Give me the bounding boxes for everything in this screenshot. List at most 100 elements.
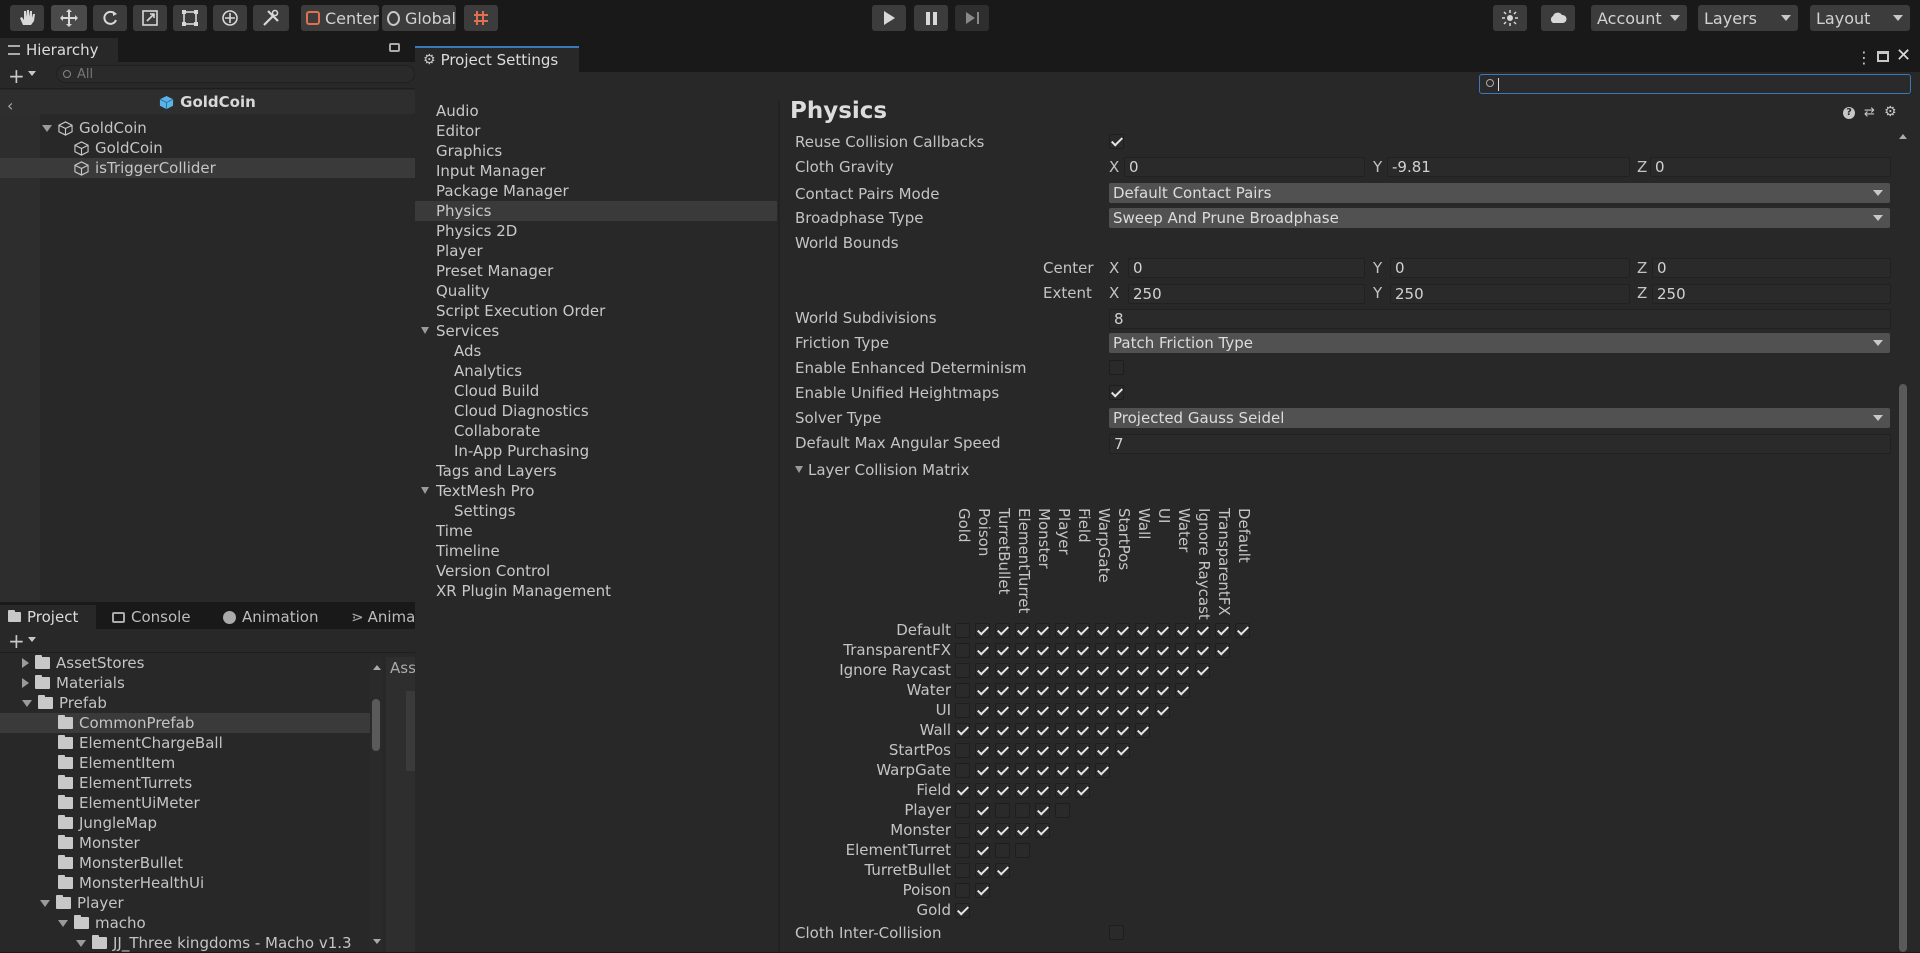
matrix-checkbox[interactable] — [1115, 743, 1130, 758]
nav-input-manager[interactable]: Input Manager — [436, 161, 545, 181]
matrix-checkbox[interactable] — [1155, 683, 1170, 698]
nav-physics[interactable]: Physics — [436, 201, 491, 221]
matrix-checkbox[interactable] — [955, 863, 970, 878]
matrix-checkbox[interactable] — [1015, 823, 1030, 838]
matrix-checkbox[interactable] — [1035, 663, 1050, 678]
chevron-down-icon[interactable] — [28, 637, 36, 642]
matrix-checkbox[interactable] — [1095, 743, 1110, 758]
rotate-tool-icon[interactable] — [93, 5, 127, 31]
matrix-checkbox[interactable] — [1135, 683, 1150, 698]
matrix-checkbox[interactable] — [955, 623, 970, 638]
fold-icon[interactable] — [40, 899, 50, 907]
matrix-checkbox[interactable] — [995, 803, 1010, 818]
nav-version-control[interactable]: Version Control — [436, 561, 550, 581]
matrix-checkbox[interactable] — [1095, 703, 1110, 718]
matrix-checkbox[interactable] — [1055, 743, 1070, 758]
matrix-checkbox[interactable] — [995, 783, 1010, 798]
project-folder[interactable]: Player — [40, 893, 124, 913]
settings-search-input[interactable] — [1479, 74, 1911, 94]
add-icon[interactable]: + — [8, 64, 25, 88]
matrix-checkbox[interactable] — [1055, 663, 1070, 678]
broadphase-dropdown[interactable]: Sweep And Prune Broadphase — [1109, 208, 1890, 228]
matrix-checkbox[interactable] — [1135, 703, 1150, 718]
world-subdivisions-field[interactable]: 8 — [1109, 309, 1891, 329]
matrix-checkbox[interactable] — [955, 703, 970, 718]
cloth-gravity-y-field[interactable]: -9.81 — [1387, 157, 1630, 177]
matrix-checkbox[interactable] — [1015, 623, 1030, 638]
matrix-checkbox[interactable] — [1035, 783, 1050, 798]
matrix-checkbox[interactable] — [1175, 643, 1190, 658]
scrollbar-thumb[interactable] — [372, 699, 380, 751]
fold-icon[interactable] — [22, 658, 29, 668]
matrix-checkbox[interactable] — [1115, 703, 1130, 718]
matrix-checkbox[interactable] — [995, 643, 1010, 658]
matrix-checkbox[interactable] — [1035, 823, 1050, 838]
fold-icon[interactable] — [421, 327, 429, 334]
project-folder[interactable]: JJ_Three kingdoms - Macho v1.3 — [76, 933, 352, 953]
matrix-checkbox[interactable] — [1055, 723, 1070, 738]
matrix-checkbox[interactable] — [975, 703, 990, 718]
nav-graphics[interactable]: Graphics — [436, 141, 502, 161]
extent-z-field[interactable]: 250 — [1652, 284, 1891, 304]
matrix-checkbox[interactable] — [975, 663, 990, 678]
cloth-gravity-z-field[interactable]: 0 — [1650, 157, 1891, 177]
matrix-checkbox[interactable] — [1095, 663, 1110, 678]
matrix-checkbox[interactable] — [1055, 683, 1070, 698]
nav-physics-2d[interactable]: Physics 2D — [436, 221, 517, 241]
matrix-checkbox[interactable] — [1215, 623, 1230, 638]
matrix-checkbox[interactable] — [1135, 663, 1150, 678]
matrix-checkbox[interactable] — [1075, 723, 1090, 738]
nav-services[interactable]: Services — [436, 321, 499, 341]
matrix-checkbox[interactable] — [1215, 643, 1230, 658]
nav-audio[interactable]: Audio — [436, 101, 479, 121]
matrix-checkbox[interactable] — [955, 883, 970, 898]
project-folder[interactable]: MonsterHealthUi — [58, 873, 204, 893]
matrix-checkbox[interactable] — [1015, 763, 1030, 778]
matrix-checkbox[interactable] — [1015, 683, 1030, 698]
matrix-checkbox[interactable] — [1035, 683, 1050, 698]
tab-animation[interactable]: Animation — [215, 605, 339, 629]
project-folder[interactable]: ElementUiMeter — [58, 793, 200, 813]
chevron-up-icon[interactable] — [1899, 134, 1907, 139]
matrix-checkbox[interactable] — [1015, 843, 1030, 858]
cloud-icon[interactable] — [1541, 5, 1575, 31]
matrix-checkbox[interactable] — [975, 803, 990, 818]
matrix-checkbox[interactable] — [955, 803, 970, 818]
nav-cloud-diagnostics[interactable]: Cloud Diagnostics — [454, 401, 589, 421]
matrix-checkbox[interactable] — [975, 643, 990, 658]
nav-time[interactable]: Time — [436, 521, 473, 541]
pause-button[interactable] — [914, 5, 948, 31]
enhanced-determinism-checkbox[interactable] — [1109, 360, 1124, 375]
matrix-checkbox[interactable] — [1195, 623, 1210, 638]
tab-hierarchy[interactable]: Hierarchy — [0, 38, 118, 62]
matrix-checkbox[interactable] — [955, 843, 970, 858]
matrix-checkbox[interactable] — [975, 843, 990, 858]
hierarchy-item[interactable]: GoldCoin — [74, 138, 163, 158]
matrix-checkbox[interactable] — [1035, 763, 1050, 778]
matrix-checkbox[interactable] — [1095, 623, 1110, 638]
add-icon[interactable]: + — [8, 629, 25, 653]
center-z-field[interactable]: 0 — [1652, 258, 1891, 278]
matrix-checkbox[interactable] — [1115, 643, 1130, 658]
more-options-icon[interactable]: ⋮ — [1856, 48, 1872, 67]
friction-type-dropdown[interactable]: Patch Friction Type — [1109, 333, 1890, 353]
layers-dropdown[interactable]: Layers — [1698, 5, 1798, 31]
matrix-checkbox[interactable] — [995, 683, 1010, 698]
matrix-checkbox[interactable] — [995, 843, 1010, 858]
matrix-checkbox[interactable] — [1015, 703, 1030, 718]
layout-dropdown[interactable]: Layout — [1810, 5, 1910, 31]
matrix-checkbox[interactable] — [1035, 743, 1050, 758]
matrix-checkbox[interactable] — [995, 863, 1010, 878]
nav-player[interactable]: Player — [436, 241, 483, 261]
nav-textmesh-pro[interactable]: TextMesh Pro — [436, 481, 534, 501]
nav-tags-and-layers[interactable]: Tags and Layers — [436, 461, 557, 481]
matrix-checkbox[interactable] — [1015, 723, 1030, 738]
move-tool-icon[interactable] — [51, 5, 87, 31]
matrix-checkbox[interactable] — [975, 723, 990, 738]
matrix-checkbox[interactable] — [1175, 683, 1190, 698]
matrix-checkbox[interactable] — [975, 743, 990, 758]
matrix-checkbox[interactable] — [975, 623, 990, 638]
matrix-checkbox[interactable] — [1015, 743, 1030, 758]
max-angular-speed-field[interactable]: 7 — [1109, 434, 1891, 454]
matrix-checkbox[interactable] — [1075, 663, 1090, 678]
